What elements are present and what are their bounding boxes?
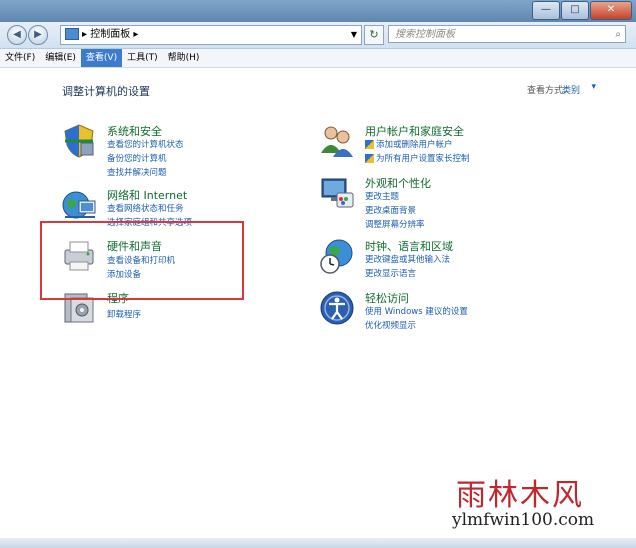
chevron-down-icon[interactable]: ▼ [351, 26, 357, 44]
search-icon[interactable]: ⌕ [615, 26, 621, 44]
category-link[interactable]: 使用 Windows 建议的设置 [365, 305, 468, 317]
forward-arrow-icon: ▶ [34, 29, 42, 40]
menu-tools[interactable]: 工具(T) [122, 49, 163, 67]
menu-edit[interactable]: 编辑(E) [40, 49, 81, 67]
category-link-text[interactable]: 为所有用户设置家长控制 [376, 154, 470, 164]
category-link-text[interactable]: 添加或删除用户帐户 [376, 140, 453, 150]
clock-globe-icon[interactable] [319, 238, 355, 274]
watermark-url: ylmfwin100.com [452, 510, 595, 530]
shield-icon[interactable] [61, 123, 97, 159]
chevron-down-icon[interactable]: ▾ [591, 82, 596, 92]
ease-of-access-icon[interactable] [319, 290, 355, 326]
category-title[interactable]: 时钟、语言和区域 [365, 238, 453, 254]
window-bottom-edge [0, 538, 636, 548]
window-titlebar: — □ ✕ [0, 0, 636, 22]
breadcrumb[interactable]: ▸ 控制面板 ▸ ▼ [60, 25, 362, 45]
minimize-button[interactable]: — [532, 1, 560, 20]
category-link[interactable]: 更改显示语言 [365, 267, 416, 279]
view-by-dropdown[interactable]: 类别 [562, 83, 580, 96]
uac-shield-icon [365, 154, 374, 163]
search-input[interactable]: 搜索控制面板 ⌕ [388, 25, 626, 43]
highlight-box [40, 221, 244, 300]
maximize-button[interactable]: □ [561, 1, 589, 20]
back-arrow-icon: ◀ [13, 29, 21, 40]
menu-file[interactable]: 文件(F) [0, 49, 40, 67]
menu-help[interactable]: 帮助(H) [163, 49, 205, 67]
menu-view[interactable]: 查看(V) [80, 49, 123, 67]
forward-button[interactable]: ▶ [28, 25, 48, 45]
view-by-label: 查看方式: [526, 86, 566, 96]
category-link[interactable]: 查看网络状态和任务 [107, 202, 184, 214]
category-link[interactable]: 更改主题 [365, 190, 399, 202]
page-title: 调整计算机的设置 [62, 85, 150, 98]
category-title[interactable]: 用户帐户和家庭安全 [365, 123, 464, 139]
breadcrumb-text[interactable]: ▸ 控制面板 ▸ [82, 29, 138, 40]
category-title[interactable]: 网络和 Internet [107, 187, 187, 203]
category-link[interactable]: 更改键盘或其他输入法 [365, 253, 450, 265]
refresh-button[interactable]: ↻ [364, 25, 384, 45]
category-link[interactable]: 查找并解决问题 [107, 166, 167, 178]
address-bar: ◀ ▶ ▸ 控制面板 ▸ ▼ ↻ 搜索控制面板 ⌕ [0, 22, 636, 49]
category-link[interactable]: 添加或删除用户帐户 [365, 138, 453, 150]
category-title[interactable]: 外观和个性化 [365, 175, 431, 191]
close-button[interactable]: ✕ [590, 1, 632, 20]
network-globe-icon[interactable] [61, 187, 97, 223]
category-link[interactable]: 为所有用户设置家长控制 [365, 152, 470, 164]
users-icon[interactable] [319, 123, 355, 159]
category-link[interactable]: 卸载程序 [107, 308, 141, 320]
back-button[interactable]: ◀ [7, 25, 27, 45]
window-controls: — □ ✕ [532, 1, 632, 20]
category-title[interactable]: 轻松访问 [365, 290, 409, 306]
category-title[interactable]: 系统和安全 [107, 123, 162, 139]
menu-bar: 文件(F) 编辑(E) 查看(V) 工具(T) 帮助(H) [0, 49, 636, 68]
watermark-logo-text: 雨林木风 [456, 478, 584, 513]
appearance-icon[interactable] [319, 175, 355, 211]
category-link[interactable]: 优化视频显示 [365, 319, 416, 331]
category-link[interactable]: 更改桌面背景 [365, 204, 416, 216]
category-link[interactable]: 查看您的计算机状态 [107, 138, 184, 150]
control-panel-icon [65, 28, 79, 40]
uac-shield-icon [365, 140, 374, 149]
refresh-icon: ↻ [369, 28, 379, 41]
category-link[interactable]: 备份您的计算机 [107, 152, 167, 164]
category-link[interactable]: 调整屏幕分辨率 [365, 218, 425, 230]
search-placeholder: 搜索控制面板 [395, 29, 455, 40]
